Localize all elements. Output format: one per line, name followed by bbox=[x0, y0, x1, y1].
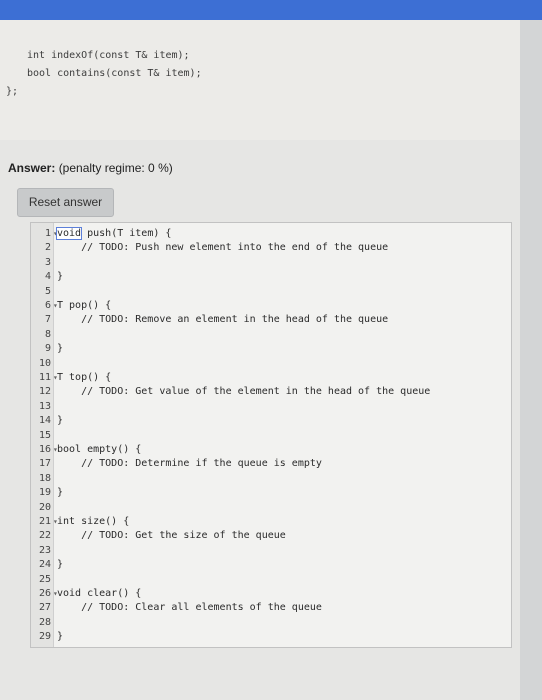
line-number: 29 bbox=[38, 631, 51, 643]
reset-answer-button[interactable]: Reset answer bbox=[17, 188, 114, 217]
code-editor[interactable]: 1 ▾ void push(T item) {2 // TODO: Push new… bbox=[30, 222, 512, 648]
code-text: } bbox=[57, 343, 64, 355]
editor-line[interactable]: 5 bbox=[31, 285, 511, 299]
editor-line[interactable]: 12 // TODO: Get value of the element in … bbox=[31, 385, 511, 399]
line-number: 14 bbox=[38, 415, 51, 427]
editor-line[interactable]: 7 // TODO: Remove an element in the head… bbox=[31, 313, 511, 327]
code-text: // TODO: Get value of the element in the… bbox=[57, 386, 431, 398]
editor-line[interactable]: 26 ▾ void clear() { bbox=[31, 587, 511, 601]
question-code-panel: int indexOf(const T& item); bool contain… bbox=[0, 20, 520, 140]
answer-heading: Answer: (penalty regime: 0 %) bbox=[8, 161, 173, 175]
editor-line[interactable]: 16 ▾ bool empty() { bbox=[31, 443, 511, 457]
line-number: 2 bbox=[44, 242, 51, 254]
editor-line[interactable]: 9} bbox=[31, 342, 511, 356]
line-number: 6 bbox=[44, 300, 51, 311]
penalty-regime: (penalty regime: 0 %) bbox=[58, 161, 173, 175]
code-text: T top() { bbox=[57, 372, 112, 383]
line-number: 9 bbox=[44, 343, 51, 355]
editor-line[interactable]: 29} bbox=[31, 630, 511, 644]
code-text: } bbox=[57, 487, 64, 499]
cursor-highlight: void bbox=[55, 227, 83, 240]
editor-line[interactable]: 1 ▾ void push(T item) { bbox=[31, 227, 511, 241]
editor-line[interactable]: 8 bbox=[31, 328, 511, 342]
editor-line[interactable]: 14} bbox=[31, 414, 511, 428]
line-number: 19 bbox=[38, 487, 51, 499]
scrollbar-track[interactable] bbox=[520, 20, 542, 700]
line-number: 27 bbox=[38, 602, 51, 614]
code-text: int size() { bbox=[57, 516, 130, 527]
code-text: } bbox=[57, 415, 64, 427]
code-text: } bbox=[57, 631, 64, 643]
code-text: // TODO: Remove an element in the head o… bbox=[57, 314, 389, 326]
code-text: bool empty() { bbox=[57, 444, 142, 455]
line-number: 8 bbox=[44, 328, 51, 340]
editor-line[interactable]: 20 bbox=[31, 501, 511, 515]
line-number: 22 bbox=[38, 530, 51, 542]
editor-line[interactable]: 24} bbox=[31, 558, 511, 572]
code-line-indexof: int indexOf(const T& item); bbox=[27, 50, 190, 61]
line-number: 15 bbox=[38, 429, 51, 441]
editor-line[interactable]: 17 // TODO: Determine if the queue is em… bbox=[31, 457, 511, 471]
line-number: 1 bbox=[44, 228, 51, 239]
editor-line[interactable]: 2 // TODO: Push new element into the end… bbox=[31, 241, 511, 255]
editor-line[interactable]: 28 bbox=[31, 616, 511, 630]
editor-line[interactable]: 4} bbox=[31, 270, 511, 284]
code-line-contains: bool contains(const T& item); bbox=[27, 68, 202, 79]
code-text: void push(T item) { bbox=[55, 227, 172, 240]
code-text: // TODO: Determine if the queue is empty bbox=[57, 458, 322, 470]
line-number: 5 bbox=[44, 285, 51, 297]
editor-line[interactable]: 11 ▾ T top() { bbox=[31, 371, 511, 385]
editor-line[interactable]: 6 ▾ T pop() { bbox=[31, 299, 511, 313]
line-number: 24 bbox=[38, 559, 51, 571]
line-number: 3 bbox=[44, 256, 51, 268]
code-text: } bbox=[57, 559, 64, 571]
code-text: // TODO: Push new element into the end o… bbox=[57, 242, 389, 254]
top-bar bbox=[0, 0, 542, 20]
editor-line[interactable]: 10 bbox=[31, 357, 511, 371]
editor-line[interactable]: 23 bbox=[31, 544, 511, 558]
line-number: 20 bbox=[38, 501, 51, 513]
code-text: // TODO: Clear all elements of the queue bbox=[57, 602, 322, 614]
answer-label: Answer: bbox=[8, 161, 56, 175]
line-number: 28 bbox=[38, 616, 51, 628]
code-text: void clear() { bbox=[57, 588, 142, 599]
line-number: 25 bbox=[38, 573, 51, 585]
code-text: // TODO: Get the size of the queue bbox=[57, 530, 286, 542]
line-number: 13 bbox=[38, 400, 51, 412]
code-text: T pop() { bbox=[57, 300, 112, 311]
editor-line[interactable]: 3 bbox=[31, 256, 511, 270]
line-number: 21 bbox=[38, 516, 51, 527]
editor-line[interactable]: 13 bbox=[31, 400, 511, 414]
code-line-close: }; bbox=[6, 86, 19, 97]
line-number: 12 bbox=[38, 386, 51, 398]
line-number: 7 bbox=[44, 314, 51, 326]
editor-line[interactable]: 18 bbox=[31, 472, 511, 486]
line-number: 26 bbox=[38, 588, 51, 599]
editor-line[interactable]: 21 ▾ int size() { bbox=[31, 515, 511, 529]
editor-line[interactable]: 19} bbox=[31, 486, 511, 500]
line-number: 10 bbox=[38, 357, 51, 369]
line-number: 17 bbox=[38, 458, 51, 470]
editor-line[interactable]: 27 // TODO: Clear all elements of the qu… bbox=[31, 601, 511, 615]
line-number: 23 bbox=[38, 544, 51, 556]
code-text: } bbox=[57, 271, 64, 283]
line-number: 16 bbox=[38, 444, 51, 455]
line-number: 18 bbox=[38, 472, 51, 484]
editor-line[interactable]: 25 bbox=[31, 573, 511, 587]
editor-line[interactable]: 15 bbox=[31, 429, 511, 443]
editor-line[interactable]: 22 // TODO: Get the size of the queue bbox=[31, 529, 511, 543]
line-number: 11 bbox=[38, 372, 51, 383]
line-number: 4 bbox=[44, 271, 51, 283]
